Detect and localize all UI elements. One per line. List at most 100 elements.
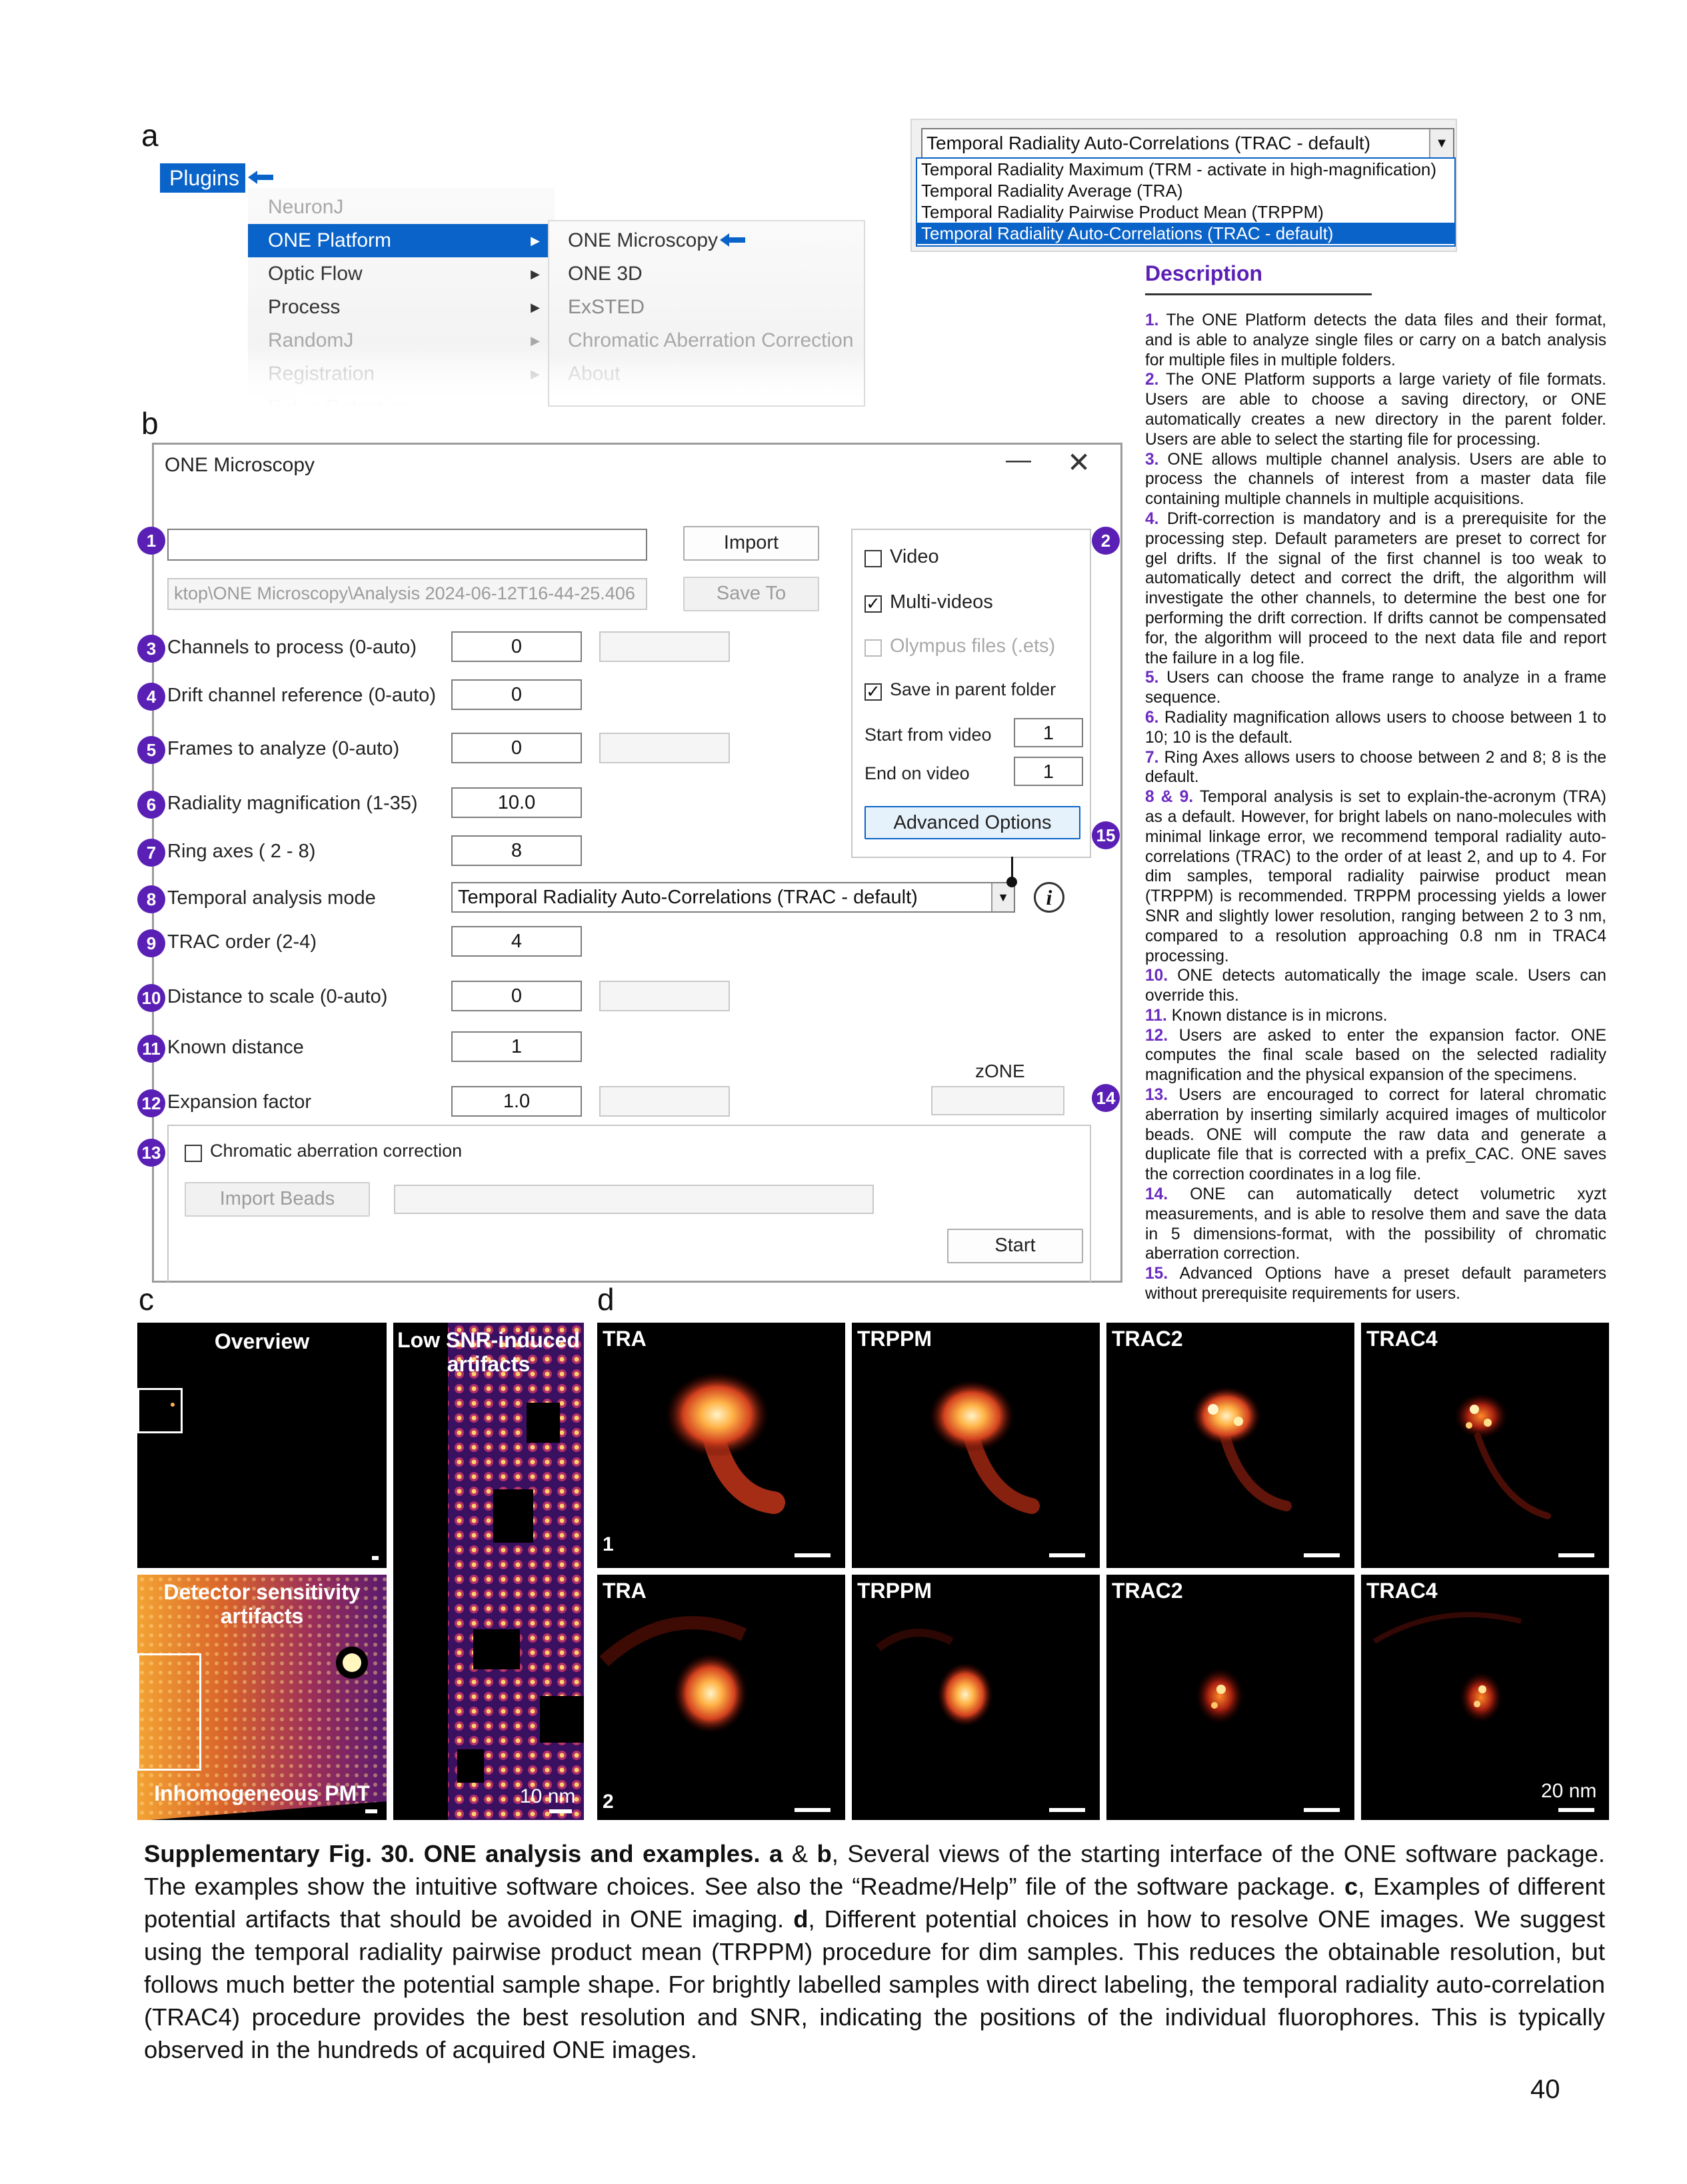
description-title: Description xyxy=(1145,261,1263,285)
chromatic-label: Chromatic aberration correction xyxy=(210,1141,463,1161)
trppm-signal xyxy=(929,1380,1040,1514)
save-to-button[interactable]: Save To xyxy=(683,577,819,611)
start-button[interactable]: Start xyxy=(947,1229,1083,1263)
trppm-image-2: TRPPM xyxy=(852,1575,1100,1820)
scale-bar xyxy=(1558,1808,1594,1812)
description-item: 2. The ONE Platform supports a large var… xyxy=(1145,371,1606,449)
advanced-options-button[interactable]: Advanced Options xyxy=(864,806,1080,839)
video-checkbox[interactable] xyxy=(864,550,882,567)
badge-9: 9 xyxy=(137,929,165,957)
description-item: 14. ONE can automatically detect volumet… xyxy=(1145,1185,1606,1263)
badge-11: 11 xyxy=(137,1035,165,1063)
expansion-factor-input[interactable]: 1.0 xyxy=(451,1086,582,1117)
scale-bar xyxy=(372,1556,379,1560)
row-label: 2 xyxy=(603,1791,614,1813)
menu-item-chromatic-aberration[interactable]: Chromatic Aberration Correction xyxy=(549,324,864,357)
save-parent-checkbox[interactable]: ✓ xyxy=(864,683,882,701)
panel-letter-d: d xyxy=(597,1282,615,1317)
menu-item-one-microscopy[interactable]: ONE Microscopy xyxy=(549,224,864,257)
menu-item-about[interactable]: About xyxy=(549,357,864,391)
dropdown-option[interactable]: Temporal Radiality Pairwise Product Mean… xyxy=(917,201,1454,223)
start-from-video-label: Start from video xyxy=(864,725,992,745)
olympus-label: Olympus files (.ets) xyxy=(890,635,1056,657)
description-body: 1. The ONE Platform detects the data fil… xyxy=(1145,311,1606,1304)
description-item: 13. Users are encouraged to correct for … xyxy=(1145,1086,1607,1184)
dropdown-current[interactable]: Temporal Radiality Auto-Correlations (TR… xyxy=(921,128,1454,159)
save-path-field[interactable]: ktop\ONE Microscopy\Analysis 2024-06-12T… xyxy=(167,578,647,610)
menu-item-neuronj[interactable]: NeuronJ xyxy=(248,191,555,224)
trppm-signal xyxy=(876,1629,993,1727)
column-label: TRAC4 xyxy=(1366,1579,1438,1603)
menu-item-registration[interactable]: Registration ▶ xyxy=(248,357,555,391)
start-from-video-input[interactable]: 1 xyxy=(1014,718,1083,747)
distance-scale-extra-input[interactable] xyxy=(599,981,730,1011)
menu-item-one-platform[interactable]: ONE Platform ▶ xyxy=(248,224,555,257)
plugins-menu[interactable]: Plugins xyxy=(160,163,245,193)
chevron-down-icon[interactable]: ▼ xyxy=(1429,129,1453,157)
import-button[interactable]: Import xyxy=(683,526,819,561)
low-snr-label: Low SNR-induced artifacts xyxy=(397,1328,580,1376)
scale-bar-label: 20 nm xyxy=(1541,1780,1597,1802)
distance-scale-input[interactable]: 0 xyxy=(451,981,582,1011)
menu-item-ridge-detection[interactable]: Ridge Detection xyxy=(248,391,555,408)
drift-channel-input[interactable]: 0 xyxy=(451,679,582,710)
olympus-checkbox[interactable] xyxy=(864,639,882,657)
temporal-mode-select[interactable]: Temporal Radiality Auto-Correlations (TR… xyxy=(451,882,1015,913)
submenu-arrow-icon: ▶ xyxy=(531,234,540,247)
menu-item-randomj[interactable]: RandomJ ▶ xyxy=(248,324,555,357)
menu-item-process[interactable]: Process ▶ xyxy=(248,291,555,324)
caption-c: c xyxy=(1344,1873,1358,1900)
video-label: Video xyxy=(890,546,939,567)
trac4-signal xyxy=(1454,1393,1551,1519)
tra-signal xyxy=(599,1616,748,1733)
end-on-video-input[interactable]: 1 xyxy=(1014,757,1083,786)
known-distance-label: Known distance xyxy=(167,1037,304,1058)
import-beads-button[interactable]: Import Beads xyxy=(185,1182,370,1217)
roi-box xyxy=(137,1388,183,1433)
bright-spot xyxy=(171,1403,175,1407)
known-distance-input[interactable]: 1 xyxy=(451,1031,582,1062)
description-item: 12. Users are asked to enter the expansi… xyxy=(1145,1026,1607,1085)
expansion-factor-extra-input[interactable] xyxy=(599,1086,730,1117)
menu-item-one-3d[interactable]: ONE 3D xyxy=(549,257,864,291)
menu-item-optic-flow[interactable]: Optic Flow ▶ xyxy=(248,257,555,291)
dropdown-option-selected[interactable]: Temporal Radiality Auto-Correlations (TR… xyxy=(917,223,1454,244)
radiality-magnification-input[interactable]: 10.0 xyxy=(451,787,582,818)
channels-extra-input[interactable] xyxy=(599,631,730,662)
minimize-icon[interactable]: — xyxy=(1006,446,1031,475)
dropdown-option[interactable]: Temporal Radiality Average (TRA) xyxy=(917,180,1454,201)
multi-videos-label: Multi-videos xyxy=(890,591,993,613)
plugins-submenu: NeuronJ ONE Platform ▶ Optic Flow ▶ Proces… xyxy=(248,188,555,408)
channels-input[interactable]: 0 xyxy=(451,631,582,662)
caption-b: b xyxy=(817,1840,832,1867)
pointer-arrow-icon xyxy=(720,233,745,247)
menu-item-exsted[interactable]: ExSTED xyxy=(549,291,864,324)
input-path-field[interactable] xyxy=(167,529,647,561)
zone-input[interactable] xyxy=(931,1086,1064,1115)
trac-order-input[interactable]: 4 xyxy=(451,926,582,957)
column-label: TRPPM xyxy=(857,1327,932,1351)
dropdown-option[interactable]: Temporal Radiality Maximum (TRM - activa… xyxy=(917,159,1454,180)
beads-path-input[interactable] xyxy=(394,1185,874,1214)
chevron-down-icon[interactable]: ▼ xyxy=(991,883,1014,911)
ring-axes-input[interactable]: 8 xyxy=(451,835,582,866)
close-icon[interactable]: ✕ xyxy=(1067,446,1090,479)
info-icon[interactable]: i xyxy=(1034,882,1064,913)
dropdown-current-value: Temporal Radiality Auto-Correlations (TR… xyxy=(926,133,1371,153)
column-label: TRA xyxy=(603,1579,647,1603)
description-item: 3. ONE allows multiple channel analysis.… xyxy=(1145,450,1606,509)
column-label: TRAC2 xyxy=(1112,1579,1183,1603)
chromatic-checkbox[interactable] xyxy=(185,1145,202,1162)
trac4-image-1: TRAC4 xyxy=(1361,1323,1609,1568)
temporal-mode-dropdown-expanded: Temporal Radiality Auto-Correlations (TR… xyxy=(910,119,1457,252)
frames-extra-input[interactable] xyxy=(599,733,730,763)
scale-bar xyxy=(1304,1553,1340,1557)
scale-bar xyxy=(1304,1808,1340,1812)
multi-videos-checkbox[interactable]: ✓ xyxy=(864,595,882,613)
chromatic-group: Chromatic aberration correction Import B… xyxy=(167,1125,1091,1282)
menu-item-label: ONE Platform xyxy=(268,229,392,251)
badge-8: 8 xyxy=(137,885,165,913)
description-item: 6. Radiality magnification allows users … xyxy=(1145,708,1606,747)
description-item: 11. Known distance is in microns. xyxy=(1145,1006,1388,1025)
frames-input[interactable]: 0 xyxy=(451,733,582,763)
